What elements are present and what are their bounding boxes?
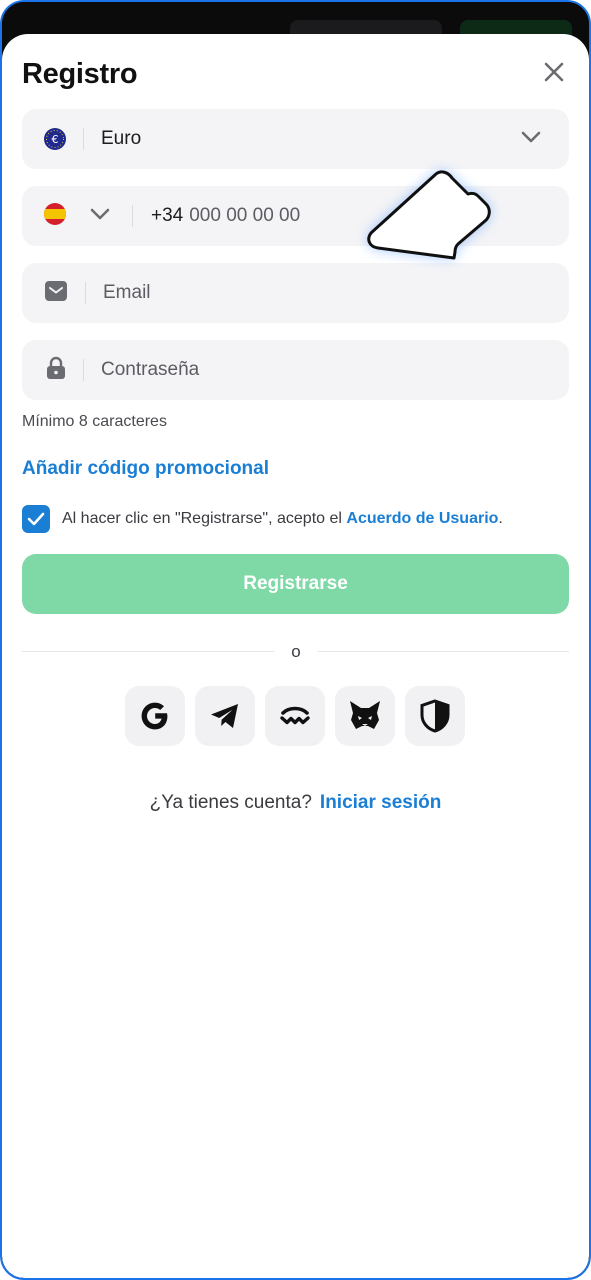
passkey-login-button[interactable] — [405, 686, 465, 746]
agreement-checkbox[interactable] — [22, 505, 50, 533]
add-promo-code-link[interactable]: Añadir código promocional — [22, 458, 269, 480]
agreement-row: Al hacer clic en "Registrarse", acepto e… — [22, 505, 503, 533]
or-divider: o — [22, 642, 569, 662]
google-login-button[interactable] — [125, 686, 185, 746]
close-button[interactable] — [538, 56, 570, 88]
registration-modal: Registro € Euro +34 000 00 00 00 Email C… — [2, 34, 589, 1278]
email-input[interactable]: Email — [103, 282, 151, 304]
modal-title: Registro — [22, 58, 138, 90]
email-field[interactable]: Email — [22, 263, 569, 323]
divider-label: o — [291, 642, 301, 661]
login-link[interactable]: Iniciar sesión — [320, 792, 441, 813]
agreement-label: Al hacer clic en "Registrarse", acepto e… — [62, 510, 342, 527]
google-icon — [141, 702, 168, 730]
spain-flag-icon — [44, 202, 66, 230]
currency-value: Euro — [101, 128, 142, 149]
chevron-down-icon — [521, 130, 541, 148]
social-login-row — [125, 686, 465, 746]
envelope-icon — [44, 280, 68, 307]
phone-input[interactable]: 000 00 00 00 — [189, 205, 300, 227]
divider-line — [318, 651, 569, 652]
agreement-text: Al hacer clic en "Registrarse", acepto e… — [62, 510, 503, 528]
field-separator — [132, 205, 133, 227]
password-input[interactable]: Contraseña — [101, 359, 199, 381]
phone-field[interactable]: +34 000 00 00 00 — [22, 186, 569, 246]
metamask-login-button[interactable] — [335, 686, 395, 746]
divider-line — [22, 651, 274, 652]
field-separator — [85, 282, 86, 304]
shield-icon — [420, 699, 450, 733]
phone-country-code: +34 — [151, 205, 184, 226]
telegram-icon — [211, 704, 238, 728]
telegram-login-button[interactable] — [195, 686, 255, 746]
walletconnect-icon — [280, 706, 310, 725]
checkmark-icon — [27, 512, 45, 526]
lock-icon — [46, 356, 66, 385]
field-separator — [83, 128, 84, 150]
password-field[interactable]: Contraseña — [22, 340, 569, 400]
register-button[interactable]: Registrarse — [22, 554, 569, 614]
password-hint: Mínimo 8 caracteres — [22, 413, 167, 430]
country-code-selector[interactable] — [44, 202, 110, 230]
walletconnect-login-button[interactable] — [265, 686, 325, 746]
device-frame: Registro € Euro +34 000 00 00 00 Email C… — [0, 0, 591, 1280]
svg-text:€: € — [52, 133, 59, 146]
login-prompt: ¿Ya tienes cuenta? Iniciar sesión — [2, 792, 589, 814]
metamask-fox-icon — [350, 701, 380, 729]
user-agreement-link[interactable]: Acuerdo de Usuario — [346, 510, 498, 527]
currency-select[interactable]: € Euro — [22, 109, 569, 169]
agreement-suffix: . — [498, 510, 503, 527]
login-question: ¿Ya tienes cuenta? — [149, 792, 312, 813]
close-icon — [544, 62, 564, 82]
field-separator — [83, 359, 84, 381]
euro-coin-icon: € — [44, 128, 66, 150]
chevron-down-icon — [90, 207, 110, 225]
